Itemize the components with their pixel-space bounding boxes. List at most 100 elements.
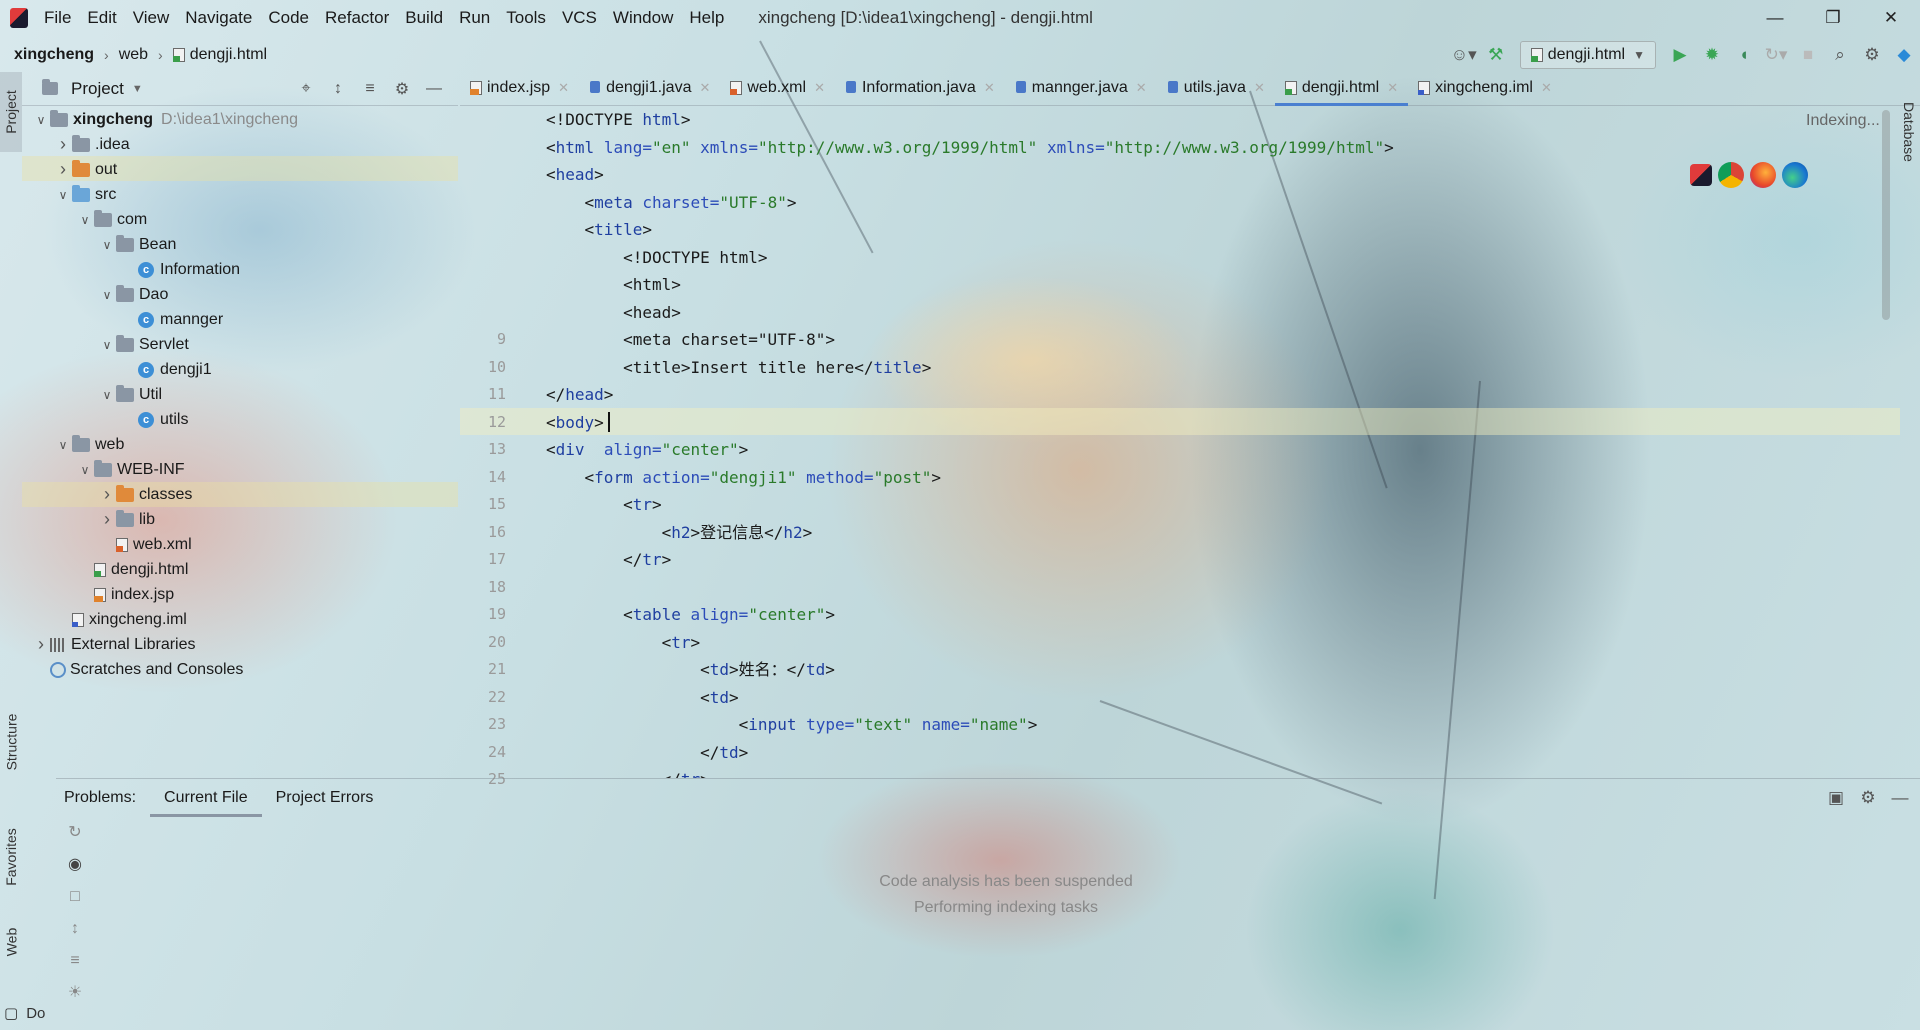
tree-item[interactable]: ∨ WEB-INF xyxy=(22,457,458,482)
code-line[interactable]: <form action="dengji1" method="post"> xyxy=(546,464,1886,492)
debug-bug-icon[interactable]: ✹ xyxy=(1696,38,1728,72)
code-line[interactable]: <!DOCTYPE html> xyxy=(546,244,1886,272)
menu-view[interactable]: View xyxy=(125,0,178,36)
chevron-down-icon[interactable]: ∨ xyxy=(98,388,116,402)
favorites-tool-window-button[interactable]: Favorites xyxy=(0,812,22,902)
tree-item[interactable]: ∨ src xyxy=(22,182,458,207)
search-icon[interactable]: ⌕ xyxy=(1824,38,1856,72)
code-line[interactable]: <tr> xyxy=(546,629,1886,657)
close-tab-icon[interactable]: ✕ xyxy=(1136,80,1147,96)
chevron-down-icon[interactable]: ▼ xyxy=(132,83,143,95)
chevron-right-icon[interactable]: › xyxy=(98,509,116,530)
locate-target-icon[interactable]: ⌖ xyxy=(290,80,322,98)
run-configuration-select[interactable]: dengji.html ▼ xyxy=(1519,41,1656,69)
profile-icon[interactable]: ↻▾ xyxy=(1760,38,1792,72)
code-line[interactable]: </td> xyxy=(546,739,1886,767)
tree-item[interactable]: web.xml xyxy=(22,532,458,557)
code-line[interactable]: <title> xyxy=(546,216,1886,244)
database-tool-window-button[interactable]: Database xyxy=(1898,82,1920,182)
tree-item[interactable]: › out xyxy=(22,157,458,182)
tab-current-file[interactable]: Current File xyxy=(150,779,262,817)
run-icon[interactable]: ▶ xyxy=(1664,38,1696,72)
collapse-all-icon[interactable]: ≡ xyxy=(354,80,386,98)
close-tab-icon[interactable]: ✕ xyxy=(699,80,710,96)
build-hammer-icon[interactable]: ⚒ xyxy=(1480,38,1512,72)
editor-tab[interactable]: utils.java ✕ xyxy=(1157,71,1275,105)
settings-gear-icon[interactable]: ⚙ xyxy=(1856,38,1888,72)
hide-panel-icon[interactable]: — xyxy=(1884,788,1916,808)
code-line[interactable]: <table align="center"> xyxy=(546,601,1886,629)
panel-settings-gear-icon[interactable]: ⚙ xyxy=(386,79,418,99)
jetbrains-toolbox-icon[interactable]: ◆ xyxy=(1888,38,1920,72)
tree-item[interactable]: c utils xyxy=(22,407,458,432)
bottom-tool-label[interactable]: Do xyxy=(26,1005,45,1022)
breadcrumb-file[interactable]: dengji.html xyxy=(190,46,267,64)
menu-edit[interactable]: Edit xyxy=(79,0,124,36)
tree-item[interactable]: › External Libraries xyxy=(22,632,458,657)
tree-item[interactable]: › lib xyxy=(22,507,458,532)
coverage-icon[interactable]: ◖ xyxy=(1728,38,1760,72)
close-tab-icon[interactable]: ✕ xyxy=(1254,80,1265,96)
chevron-down-icon[interactable]: ∨ xyxy=(76,213,94,227)
close-icon[interactable]: ✕ xyxy=(1862,0,1920,36)
close-tab-icon[interactable]: ✕ xyxy=(1387,80,1398,96)
chevron-down-icon[interactable]: ∨ xyxy=(32,113,50,127)
menu-window[interactable]: Window xyxy=(605,0,681,36)
tree-item[interactable]: ∨ web xyxy=(22,432,458,457)
code-line[interactable]: <td> xyxy=(546,684,1886,712)
chevron-down-icon[interactable]: ∨ xyxy=(54,438,72,452)
editor-scrollbar[interactable] xyxy=(1882,110,1890,320)
code-line[interactable]: </tr> xyxy=(546,766,1886,778)
collapse-icon[interactable]: ≡ xyxy=(56,945,94,977)
chevron-right-icon[interactable]: › xyxy=(32,634,50,655)
code-line[interactable]: <div align="center"> xyxy=(546,436,1886,464)
chevron-down-icon[interactable]: ∨ xyxy=(76,463,94,477)
menu-file[interactable]: File xyxy=(36,0,79,36)
code-line[interactable]: <meta charset="UTF-8"> xyxy=(546,326,1886,354)
tree-item[interactable]: ∨ xingcheng D:\idea1\xingcheng xyxy=(22,107,458,132)
code-line[interactable]: <h2>登记信息</h2> xyxy=(546,519,1886,547)
problems-settings-gear-icon[interactable]: ⚙ xyxy=(1852,788,1884,808)
code-line[interactable]: </tr> xyxy=(546,546,1886,574)
structure-tool-window-button[interactable]: Structure xyxy=(0,697,22,787)
chevron-down-icon[interactable]: ∨ xyxy=(98,338,116,352)
menu-navigate[interactable]: Navigate xyxy=(177,0,260,36)
menu-code[interactable]: Code xyxy=(260,0,317,36)
layout-toggle-icon[interactable]: ▣ xyxy=(1820,788,1852,808)
code-line[interactable]: <head> xyxy=(546,161,1886,189)
project-tool-window-button[interactable]: Project xyxy=(0,72,22,152)
tree-item[interactable]: index.jsp xyxy=(22,582,458,607)
tree-item[interactable]: ∨ Servlet xyxy=(22,332,458,357)
code-line[interactable]: <title>Insert title here</title> xyxy=(546,354,1886,382)
close-tab-icon[interactable]: ✕ xyxy=(558,80,569,96)
chevron-right-icon[interactable]: › xyxy=(54,134,72,155)
code-line[interactable]: <html lang="en" xmlns="http://www.w3.org… xyxy=(546,134,1886,162)
chevron-down-icon[interactable]: ∨ xyxy=(98,288,116,302)
editor-tab[interactable]: Information.java ✕ xyxy=(835,71,1005,105)
menu-refactor[interactable]: Refactor xyxy=(317,0,397,36)
restore-icon[interactable]: ❐ xyxy=(1804,0,1862,36)
menu-tools[interactable]: Tools xyxy=(498,0,554,36)
tree-item[interactable]: ∨ Dao xyxy=(22,282,458,307)
breadcrumb-project[interactable]: xingcheng xyxy=(14,46,94,64)
refresh-icon[interactable]: ↻ xyxy=(56,817,94,849)
code-line[interactable]: <body> xyxy=(546,409,1886,437)
web-tool-window-button[interactable]: Web xyxy=(0,907,22,977)
lightbulb-icon[interactable]: ☀ xyxy=(56,977,94,1009)
tree-item[interactable]: xingcheng.iml xyxy=(22,607,458,632)
close-tab-icon[interactable]: ✕ xyxy=(814,80,825,96)
editor-tab[interactable]: mannger.java ✕ xyxy=(1005,71,1157,105)
code-line[interactable]: <head> xyxy=(546,299,1886,327)
code-line[interactable]: <tr> xyxy=(546,491,1886,519)
project-panel-title[interactable]: Project xyxy=(71,79,124,99)
menu-help[interactable]: Help xyxy=(681,0,732,36)
editor-tab[interactable]: xingcheng.iml ✕ xyxy=(1408,71,1562,105)
editor-tab[interactable]: dengji1.java ✕ xyxy=(579,71,720,105)
breadcrumb-folder[interactable]: web xyxy=(119,46,148,64)
editor-tab[interactable]: index.jsp ✕ xyxy=(460,71,579,105)
menu-build[interactable]: Build xyxy=(397,0,451,36)
chevron-right-icon[interactable]: › xyxy=(98,484,116,505)
tree-item[interactable]: dengji.html xyxy=(22,557,458,582)
tree-item[interactable]: › .idea xyxy=(22,132,458,157)
tree-item[interactable]: Scratches and Consoles xyxy=(22,657,458,682)
